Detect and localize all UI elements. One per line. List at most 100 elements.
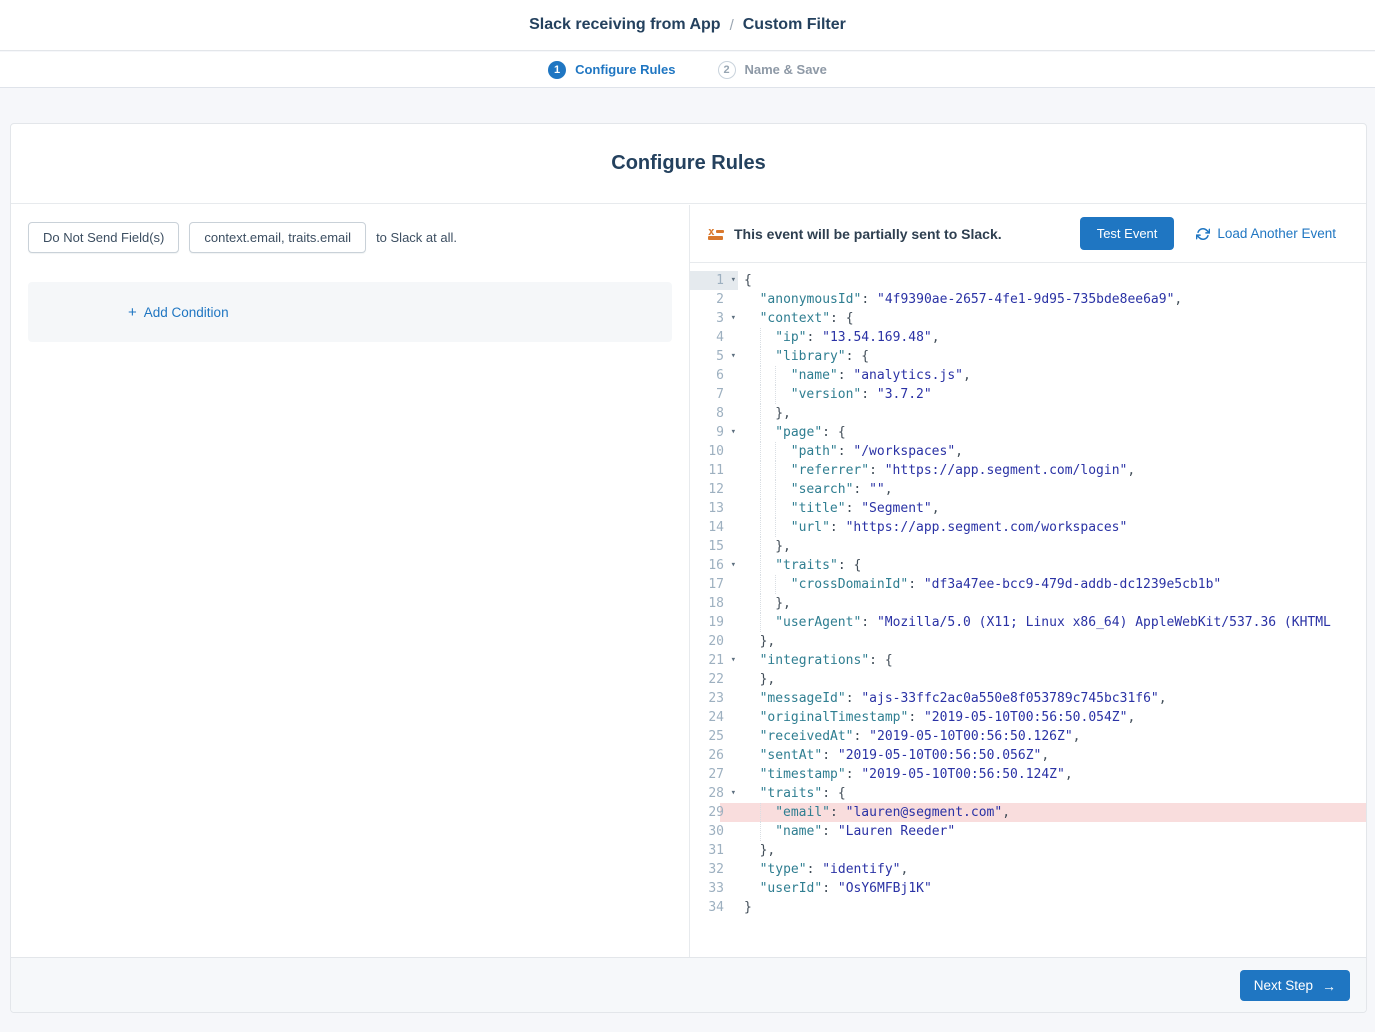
line-number: 4 (690, 328, 738, 347)
code-line: 16▾"traits": { (690, 556, 1366, 575)
line-number: 24 (690, 708, 738, 727)
event-status-message: This event will be partially sent to Sla… (734, 226, 1002, 242)
breadcrumb-current-page: Custom Filter (743, 16, 846, 34)
load-another-event-link[interactable]: Load Another Event (1196, 226, 1336, 241)
line-number: 21▾ (690, 651, 738, 670)
rule-config-panel: Do Not Send Field(s) context.email, trai… (11, 205, 690, 959)
fold-arrow-icon[interactable]: ▾ (731, 651, 736, 670)
line-number: 10 (690, 442, 738, 461)
code-line: 19"userAgent": "Mozilla/5.0 (X11; Linux … (690, 613, 1366, 632)
configure-rules-card: Configure Rules Do Not Send Field(s) con… (10, 123, 1367, 1013)
step-1-label: Configure Rules (575, 62, 675, 77)
code-line: 10"path": "/workspaces", (690, 442, 1366, 461)
fold-arrow-icon[interactable]: ▾ (731, 271, 736, 290)
step-name-and-save[interactable]: 2 Name & Save (718, 61, 827, 79)
rule-type-selector[interactable]: Do Not Send Field(s) (28, 222, 179, 253)
fold-arrow-icon[interactable]: ▾ (731, 347, 736, 366)
line-number: 3▾ (690, 309, 738, 328)
breadcrumb-separator: / (730, 17, 734, 34)
code-line: 17"crossDomainId": "df3a47ee-bcc9-479d-a… (690, 575, 1366, 594)
step-configure-rules[interactable]: 1 Configure Rules (548, 61, 675, 79)
code-line: 31}, (690, 841, 1366, 860)
line-number: 7 (690, 385, 738, 404)
code-line: 32"type": "identify", (690, 860, 1366, 879)
line-number: 14 (690, 518, 738, 537)
line-number: 11 (690, 461, 738, 480)
code-line: 25"receivedAt": "2019-05-10T00:56:50.126… (690, 727, 1366, 746)
line-number: 12 (690, 480, 738, 499)
code-line: 27"timestamp": "2019-05-10T00:56:50.124Z… (690, 765, 1366, 784)
add-condition-label: Add Condition (144, 305, 229, 320)
page-title: Configure Rules (611, 152, 765, 175)
code-line: 29"email": "lauren@segment.com", (690, 803, 1366, 822)
line-number: 13 (690, 499, 738, 518)
code-line: 5▾"library": { (690, 347, 1366, 366)
code-line: 6"name": "analytics.js", (690, 366, 1366, 385)
line-number: 34 (690, 898, 738, 917)
code-line: 8}, (690, 404, 1366, 423)
code-line: 4"ip": "13.54.169.48", (690, 328, 1366, 347)
code-line: 1▾{ (690, 271, 1366, 290)
line-number: 31 (690, 841, 738, 860)
line-number: 6 (690, 366, 738, 385)
line-number: 29 (690, 803, 738, 822)
add-condition-button[interactable]: + Add Condition (128, 305, 229, 320)
step-2-circle: 2 (718, 61, 736, 79)
code-line: 3▾"context": { (690, 309, 1366, 328)
line-number: 19 (690, 613, 738, 632)
refresh-icon (1196, 227, 1210, 241)
code-line: 23"messageId": "ajs-33ffc2ac0a550e8f0537… (690, 689, 1366, 708)
line-number: 18 (690, 594, 738, 613)
code-line: 9▾"page": { (690, 423, 1366, 442)
event-header: x This event will be partially sent to S… (690, 205, 1366, 263)
line-number: 26 (690, 746, 738, 765)
line-number: 25 (690, 727, 738, 746)
card-footer: Next Step → (11, 957, 1366, 1012)
line-number: 2 (690, 290, 738, 309)
code-line: 12"search": "", (690, 480, 1366, 499)
step-2-label: Name & Save (745, 62, 827, 77)
code-line: 14"url": "https://app.segment.com/worksp… (690, 518, 1366, 537)
breadcrumb-destination[interactable]: Slack receiving from App (529, 16, 720, 34)
event-preview-panel: x This event will be partially sent to S… (690, 205, 1366, 959)
next-step-button[interactable]: Next Step → (1240, 970, 1350, 1001)
rule-fields-input[interactable]: context.email, traits.email (189, 222, 366, 253)
json-event-editor[interactable]: 1▾{2"anonymousId": "4f9390ae-2657-4fe1-9… (690, 263, 1366, 959)
rule-suffix-text: to Slack at all. (376, 230, 457, 245)
code-line: 13"title": "Segment", (690, 499, 1366, 518)
plus-icon: + (128, 305, 137, 320)
next-step-label: Next Step (1254, 978, 1313, 993)
line-number: 27 (690, 765, 738, 784)
load-another-event-label: Load Another Event (1217, 226, 1336, 241)
code-line: 26"sentAt": "2019-05-10T00:56:50.056Z", (690, 746, 1366, 765)
top-header: Slack receiving from App / Custom Filter (0, 0, 1375, 51)
fold-arrow-icon[interactable]: ▾ (731, 556, 736, 575)
code-line: 21▾"integrations": { (690, 651, 1366, 670)
wizard-stepper: 1 Configure Rules 2 Name & Save (0, 52, 1375, 88)
line-number: 30 (690, 822, 738, 841)
line-number: 16▾ (690, 556, 738, 575)
line-number: 22 (690, 670, 738, 689)
partial-filter-icon: x (708, 228, 724, 240)
test-event-button[interactable]: Test Event (1080, 217, 1175, 250)
line-number: 5▾ (690, 347, 738, 366)
fold-arrow-icon[interactable]: ▾ (731, 423, 736, 442)
code-line: 2"anonymousId": "4f9390ae-2657-4fe1-9d95… (690, 290, 1366, 309)
fold-arrow-icon[interactable]: ▾ (731, 309, 736, 328)
add-condition-box: + Add Condition (28, 282, 672, 342)
code-line: 30"name": "Lauren Reeder" (690, 822, 1366, 841)
line-number: 23 (690, 689, 738, 708)
code-line: 34} (690, 898, 1366, 917)
line-number: 28▾ (690, 784, 738, 803)
fold-arrow-icon[interactable]: ▾ (731, 784, 736, 803)
code-line: 7"version": "3.7.2" (690, 385, 1366, 404)
code-line: 28▾"traits": { (690, 784, 1366, 803)
line-number: 15 (690, 537, 738, 556)
line-number: 20 (690, 632, 738, 651)
code-line: 24"originalTimestamp": "2019-05-10T00:56… (690, 708, 1366, 727)
code-line: 18}, (690, 594, 1366, 613)
code-line: 11"referrer": "https://app.segment.com/l… (690, 461, 1366, 480)
step-1-circle: 1 (548, 61, 566, 79)
code-line: 15}, (690, 537, 1366, 556)
line-number: 9▾ (690, 423, 738, 442)
